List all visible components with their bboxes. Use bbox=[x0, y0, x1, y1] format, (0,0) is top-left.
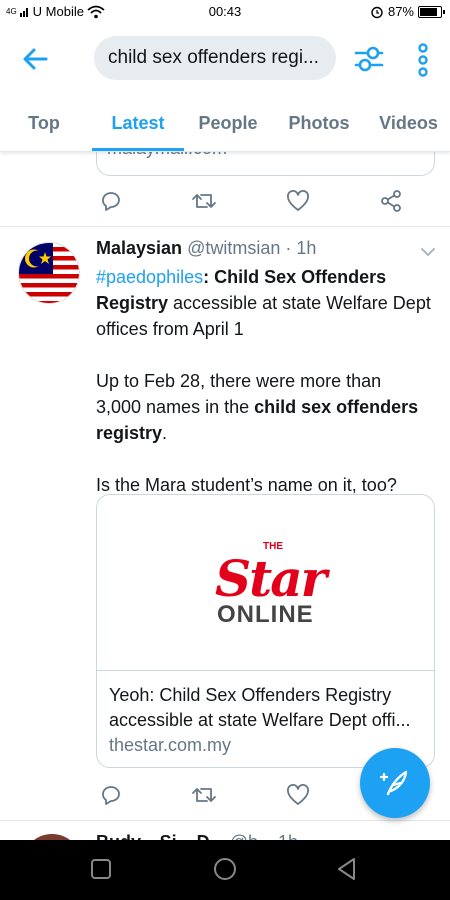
tweet-divider bbox=[0, 226, 450, 227]
card-image: THE Star ONLINE bbox=[97, 495, 434, 671]
search-filter-icon[interactable] bbox=[352, 42, 386, 76]
tab-latest[interactable]: Latest bbox=[92, 96, 184, 151]
next-tweet-fragment: Budy... Si... D... @b... 1h bbox=[0, 820, 450, 840]
battery-icon bbox=[418, 5, 445, 18]
hashtag-link[interactable]: #paedophiles bbox=[96, 267, 203, 287]
retweet-icon bbox=[192, 194, 217, 208]
author-handle[interactable]: @twitmsian bbox=[187, 238, 280, 258]
reply-icon bbox=[102, 192, 120, 211]
tweet-time: · 1h bbox=[285, 238, 317, 258]
like-button[interactable] bbox=[283, 780, 313, 810]
the-star-online-logo: THE Star ONLINE bbox=[215, 541, 327, 628]
tab-photos[interactable]: Photos bbox=[271, 96, 367, 151]
system-navigation-bar bbox=[0, 840, 450, 900]
search-tabs: Top Latest People Photos Videos bbox=[0, 96, 450, 152]
search-input[interactable]: child sex offenders regi... bbox=[94, 36, 336, 80]
search-header: child sex offenders regi... bbox=[0, 24, 450, 96]
chevron-down-icon[interactable] bbox=[418, 244, 438, 260]
tweet-text-segment: Is the Mara student’s name on it, too? bbox=[96, 475, 397, 495]
status-bar: 4G U Mobile 00:43 87% bbox=[0, 0, 450, 24]
retweet-button[interactable] bbox=[189, 186, 219, 216]
malaysia-flag-avatar-icon bbox=[19, 243, 79, 303]
tab-videos[interactable]: Videos bbox=[367, 96, 450, 151]
battery-percent: 87% bbox=[387, 4, 414, 19]
previous-tweet-actions bbox=[96, 186, 406, 216]
reply-button[interactable] bbox=[96, 186, 126, 216]
tweet-text-segment: . bbox=[162, 423, 168, 443]
share-icon bbox=[381, 190, 401, 212]
share-button[interactable] bbox=[376, 186, 406, 216]
heart-icon bbox=[286, 190, 309, 211]
home-icon[interactable] bbox=[212, 856, 238, 882]
retweet-icon bbox=[192, 788, 217, 802]
back-arrow-icon[interactable] bbox=[18, 42, 52, 76]
more-options-icon[interactable] bbox=[408, 40, 438, 80]
tab-top[interactable]: Top bbox=[0, 96, 88, 151]
reply-icon bbox=[102, 786, 120, 805]
like-button[interactable] bbox=[283, 186, 313, 216]
compose-feather-icon bbox=[379, 770, 408, 796]
avatar[interactable] bbox=[18, 242, 80, 304]
author-name[interactable]: Malaysian bbox=[96, 238, 182, 258]
next-author-name: Budy... Si... D... @b... 1h bbox=[96, 832, 298, 840]
back-nav-icon[interactable] bbox=[334, 856, 360, 882]
alarm-icon bbox=[371, 6, 383, 18]
tweet-text: #paedophiles: Child Sex Offenders Regist… bbox=[96, 264, 431, 524]
card-domain: thestar.com.my bbox=[109, 735, 232, 755]
tweet-text-segment: : bbox=[203, 267, 215, 287]
recent-apps-icon[interactable] bbox=[88, 856, 114, 882]
heart-icon bbox=[286, 784, 309, 805]
reply-button[interactable] bbox=[96, 780, 126, 810]
card-title: Yeoh: Child Sex Offenders Registry acces… bbox=[109, 685, 411, 730]
compose-tweet-button[interactable] bbox=[360, 748, 430, 818]
tab-people[interactable]: People bbox=[185, 96, 271, 151]
tweet-header: Malaysian @twitmsian · 1h bbox=[96, 238, 316, 259]
link-preview-card[interactable]: THE Star ONLINE Yeoh: Child Sex Offender… bbox=[96, 494, 435, 768]
retweet-button[interactable] bbox=[189, 780, 219, 810]
